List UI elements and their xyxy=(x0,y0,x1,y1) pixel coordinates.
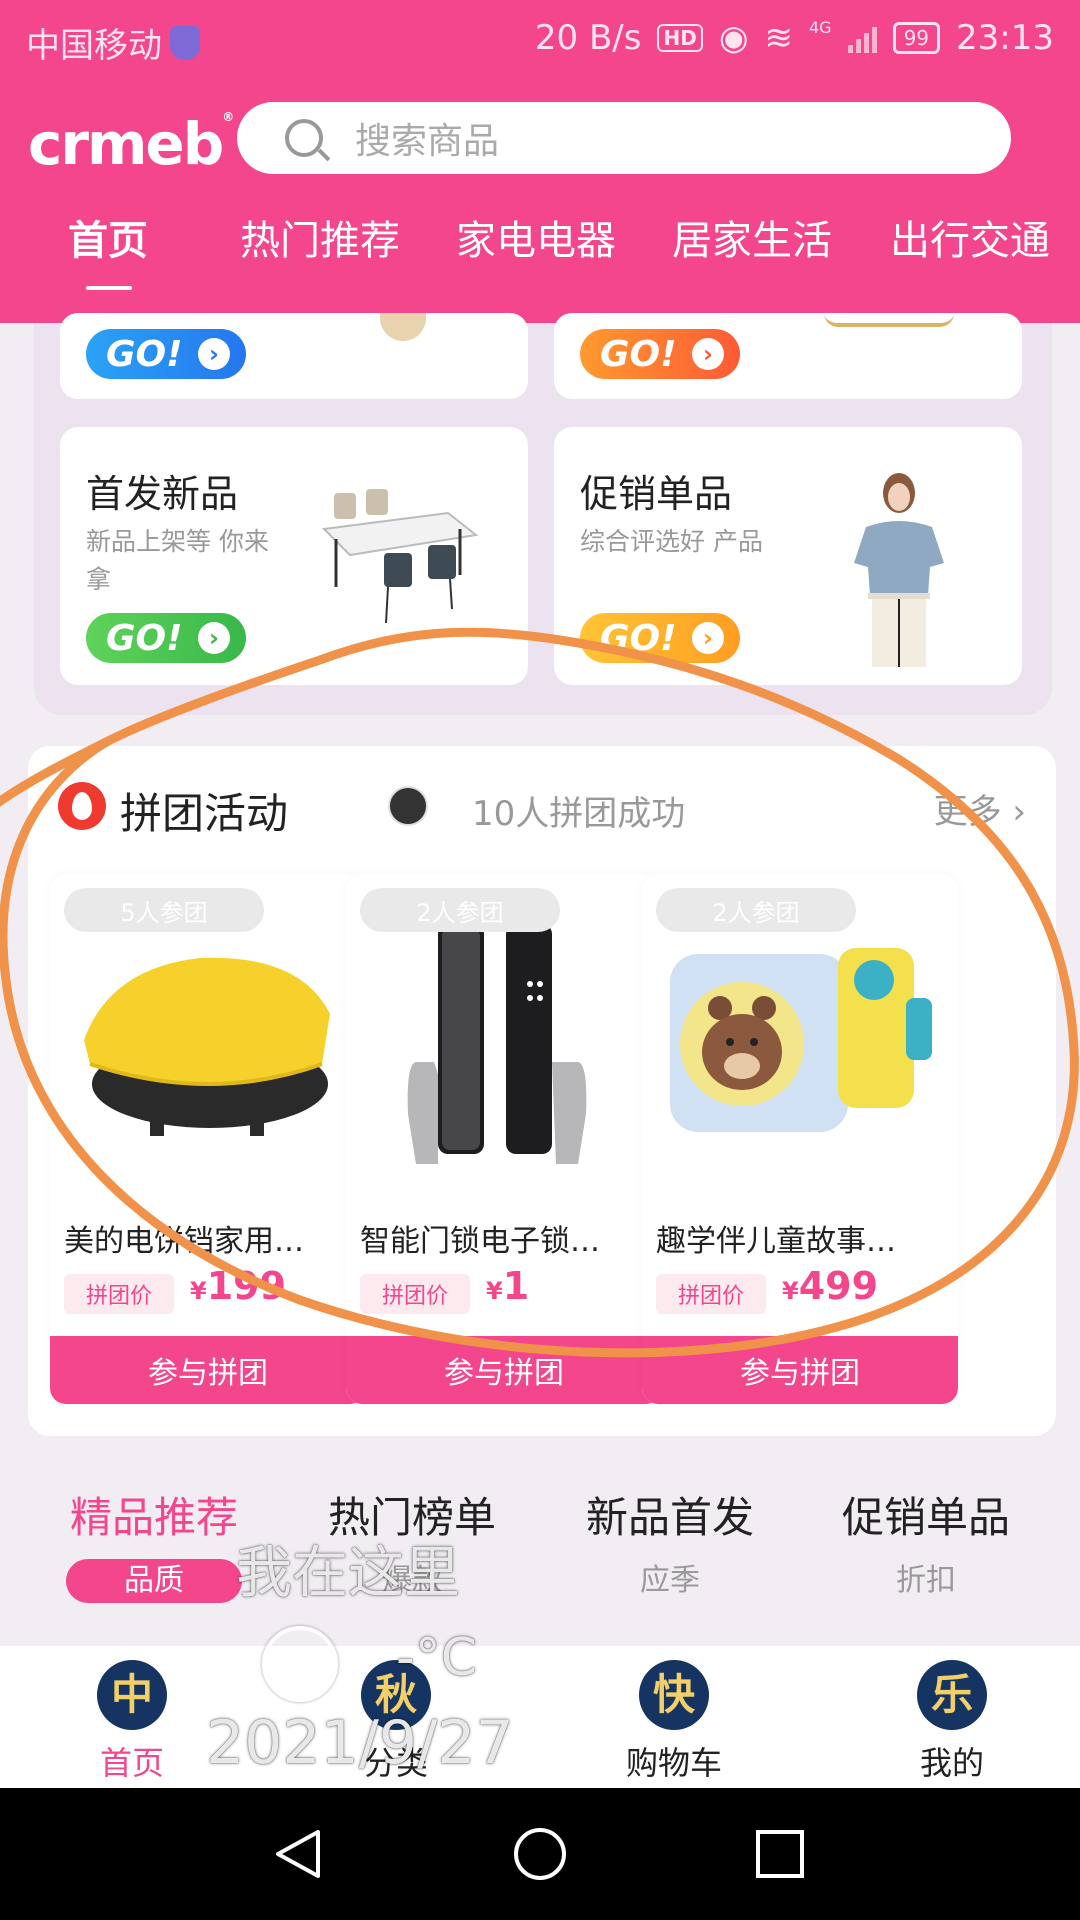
group-buy-title: 拼团活动 xyxy=(120,789,289,838)
chevron-right-icon: › xyxy=(692,338,724,370)
group-buy-section: 拼团活动 10人拼团成功 更多 › 5人参团 美的电饼铛家用… 拼团价 ¥199… xyxy=(28,746,1056,1436)
model-photo xyxy=(854,473,944,667)
price-label: 拼团价 xyxy=(656,1274,766,1314)
activity-card[interactable]: GO! › xyxy=(554,313,1022,399)
profile-icon: 乐 xyxy=(917,1660,987,1730)
activity-card[interactable]: GO! › xyxy=(60,313,528,399)
join-group-button[interactable]: 参与拼团 xyxy=(346,1336,662,1404)
status-left: 中国移动 xyxy=(26,18,200,67)
tabbar-mine[interactable]: 乐 我的 xyxy=(882,1660,1022,1784)
category-tabs: 首页 热门推荐 家电电器 居家生活 出行交通 xyxy=(0,208,1080,278)
cart-icon: 快 xyxy=(639,1660,709,1730)
product-thumbnail xyxy=(824,313,954,327)
wifi-icon: ≋ xyxy=(764,18,793,58)
watermark-temperature: -°C xyxy=(396,1628,478,1688)
back-icon[interactable] xyxy=(270,1826,326,1882)
status-right: 20 B/s HD ◉ ≋ 4G 99 23:13 xyxy=(535,18,1054,58)
activity-subtitle: 综合评选好 产品 xyxy=(580,527,763,556)
group-success-count: 10人拼团成功 xyxy=(472,794,686,834)
go-button[interactable]: GO! › xyxy=(580,613,740,663)
go-button[interactable]: GO! › xyxy=(580,329,740,379)
recents-icon[interactable] xyxy=(752,1826,808,1882)
battery-icon: 99 xyxy=(892,22,941,54)
activity-card-new[interactable]: 首发新品 新品上架等 你来拿 GO! › xyxy=(60,427,528,685)
tab-home-living[interactable]: 居家生活 xyxy=(672,208,832,266)
activity-title: 促销单品 xyxy=(580,472,733,516)
recommend-tabs: 精品推荐 品质 热门榜单 爆款 新品首发 应季 促销单品 折扣 xyxy=(0,1484,1080,1604)
tab-home[interactable]: 首页 xyxy=(68,208,148,266)
top-header: 中国移动 20 B/s HD ◉ ≋ 4G 99 23:13 crmeb® 搜索… xyxy=(0,0,1080,323)
group-product-card[interactable]: 2人参团 智能门锁电子锁… 拼团价 ¥1 参与拼团 xyxy=(346,874,662,1404)
status-bar: 中国移动 20 B/s HD ◉ ≋ 4G 99 23:13 xyxy=(0,0,1080,76)
home-circle-icon[interactable] xyxy=(512,1826,568,1882)
watermark-date: 2021/9/27 xyxy=(206,1708,514,1778)
tab-appliances[interactable]: 家电电器 xyxy=(456,208,616,266)
smart-door-lock-image xyxy=(407,924,587,1164)
bottom-tabbar: 中 首页 秋 分类 快 购物车 乐 我的 xyxy=(0,1646,1080,1788)
chevron-right-icon: › xyxy=(198,622,230,654)
rec-tab-new[interactable]: 新品首发 应季 xyxy=(560,1484,780,1603)
go-button[interactable]: GO! › xyxy=(86,329,246,379)
tab-transport[interactable]: 出行交通 xyxy=(890,208,1050,266)
dining-table-image xyxy=(321,489,479,624)
participant-badge: 2人参团 xyxy=(360,888,560,932)
chevron-right-icon: › xyxy=(692,622,724,654)
signal-icon xyxy=(847,23,877,53)
system-navigation-bar xyxy=(0,1788,1080,1920)
group-product-card[interactable]: 5人参团 美的电饼铛家用… 拼团价 ¥199 参与拼团 xyxy=(50,874,366,1404)
rec-tab-quality[interactable]: 精品推荐 品质 xyxy=(44,1484,264,1603)
clock: 23:13 xyxy=(956,18,1054,58)
product-name: 趣学伴儿童故事… xyxy=(656,1224,896,1259)
product-price: ¥199 xyxy=(190,1264,287,1308)
activity-title: 首发新品 xyxy=(86,472,239,516)
activity-card-promo[interactable]: 促销单品 综合评选好 产品 GO! › xyxy=(554,427,1022,685)
search-bar[interactable]: 搜索商品 xyxy=(237,102,1011,174)
more-link[interactable]: 更多 › xyxy=(934,784,1026,833)
product-price: ¥1 xyxy=(486,1264,530,1308)
fire-icon xyxy=(58,782,106,830)
carrier-label: 中国移动 xyxy=(26,26,162,66)
avatar xyxy=(388,786,428,826)
eye-icon: ◉ xyxy=(718,18,749,58)
product-thumbnail xyxy=(380,313,426,341)
price-label: 拼团价 xyxy=(64,1274,174,1314)
tab-hot[interactable]: 热门推荐 xyxy=(240,208,400,266)
participant-badge: 5人参团 xyxy=(64,888,264,932)
shield-icon xyxy=(170,25,200,60)
search-icon xyxy=(285,119,323,157)
product-price: ¥499 xyxy=(782,1264,879,1308)
hd-icon: HD xyxy=(657,24,703,52)
home-icon: 中 xyxy=(97,1660,167,1730)
electric-pancake-pan-image xyxy=(84,957,330,1136)
participant-badge: 2人参团 xyxy=(656,888,856,932)
brand-logo[interactable]: crmeb® xyxy=(28,110,234,178)
go-button[interactable]: GO! › xyxy=(86,613,246,663)
activity-section: GO! › GO! › 首发新品 新品上架等 你来拿 GO! › 促销单品 综合评选好 xyxy=(34,313,1052,715)
chevron-right-icon: › xyxy=(198,338,230,370)
rec-tab-promo[interactable]: 促销单品 折扣 xyxy=(816,1484,1036,1603)
search-placeholder: 搜索商品 xyxy=(355,121,500,162)
join-group-button[interactable]: 参与拼团 xyxy=(50,1336,366,1404)
watermark-location: 我在这里 xyxy=(236,1541,460,1606)
product-name: 美的电饼铛家用… xyxy=(64,1224,304,1259)
group-product-card[interactable]: 2人参团 趣学伴儿童故事… 拼团价 ¥499 参与拼团 xyxy=(642,874,958,1404)
group-buy-header: 拼团活动 10人拼团成功 更多 › xyxy=(28,746,1056,866)
product-name: 智能门锁电子锁… xyxy=(360,1224,600,1259)
net-speed: 20 B/s xyxy=(534,18,642,58)
sun-icon xyxy=(262,1626,338,1702)
kids-story-machine-image xyxy=(670,948,932,1132)
active-tab-indicator xyxy=(86,286,132,290)
tabbar-cart[interactable]: 快 购物车 xyxy=(604,1660,744,1784)
activity-subtitle: 新品上架等 你来拿 xyxy=(86,527,269,594)
join-group-button[interactable]: 参与拼团 xyxy=(642,1336,958,1404)
network-type: 4G xyxy=(808,18,832,37)
price-label: 拼团价 xyxy=(360,1274,470,1314)
tabbar-home[interactable]: 中 首页 xyxy=(62,1660,202,1784)
